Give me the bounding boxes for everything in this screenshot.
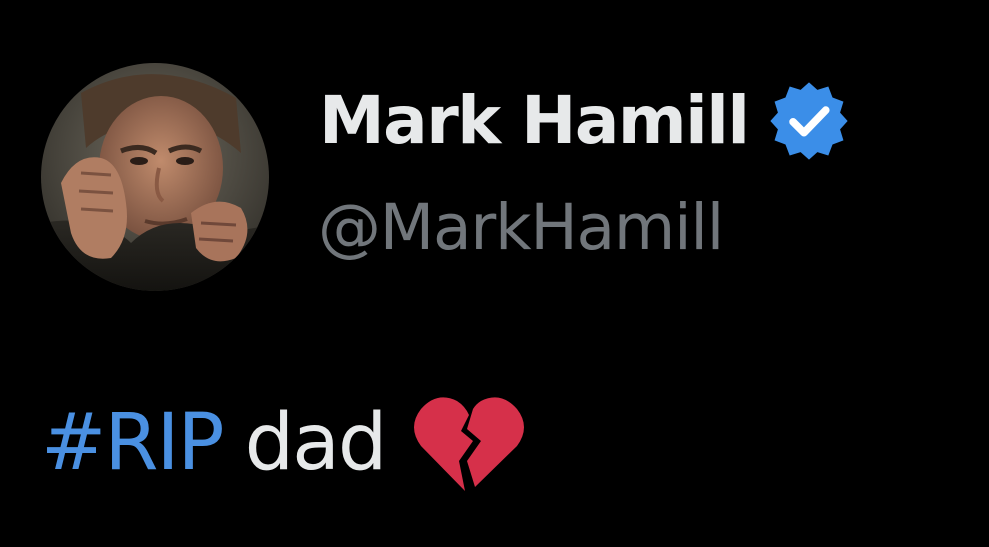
author-display-name[interactable]: Mark Hamill <box>319 88 750 154</box>
tweet-card: Mark Hamill @MarkHamill #RIP dad <box>0 0 989 547</box>
author-handle[interactable]: @MarkHamill <box>318 196 724 259</box>
hashtag-link[interactable]: #RIP <box>41 404 225 482</box>
tweet-body-text: dad <box>244 398 388 488</box>
broken-heart-icon <box>413 391 525 495</box>
display-name-row: Mark Hamill <box>319 78 851 164</box>
author-avatar[interactable] <box>41 63 269 291</box>
verified-badge-icon[interactable] <box>767 79 851 163</box>
tweet-text: #RIP dad <box>41 388 525 498</box>
profile-photo <box>41 63 269 291</box>
